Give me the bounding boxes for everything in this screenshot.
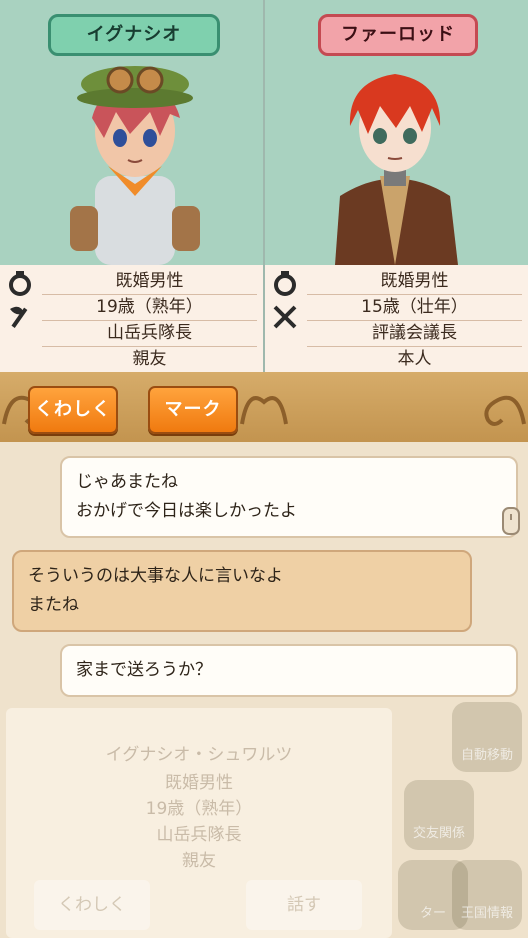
right-character-portrait [335,74,458,265]
bg-row-1: 既婚男性 [165,773,233,793]
bg-details-button: くわしく [34,880,150,930]
ornament-center-icon [240,396,288,425]
left-character-name: イグナシオ [48,14,220,56]
chat-bubble-left-1: そういうのは大事な人に言いなよ またね [12,550,472,632]
bg-row-4: 親友 [182,851,216,871]
ring-icon [274,271,296,296]
left-job: 山岳兵隊長 [42,321,257,347]
auto-move-menu: 自動移動 [452,702,522,772]
left-relation: 親友 [42,347,257,373]
ring-icon [9,271,31,296]
chat-line: 家まで送ろうか？ [76,660,212,680]
crossed-swords-icon [273,305,297,329]
chat-bubble-right-2: 家まで送ろうか？ [60,644,518,697]
bg-row-2: 19歳（熟年） [145,799,253,819]
chat-line: じゃあまたね [76,472,178,492]
chat-line: おかげで今日は楽しかったよ [76,501,297,521]
scroll-indicator-icon [502,507,520,535]
left-age: 19歳（熟年） [42,295,257,321]
right-job: 評議会議長 [307,321,522,347]
axe-icon [10,306,28,328]
left-marital-status: 既婚男性 [42,269,257,295]
details-button[interactable]: くわしく [28,386,118,434]
chat-line: そういうのは大事な人に言いなよ [28,566,283,586]
right-age: 15歳（壮年） [307,295,522,321]
right-info-panel: 既婚男性 15歳（壮年） 評議会議長 本人 [265,265,528,373]
chat-line: またね [28,595,79,615]
left-character-portrait [70,66,200,265]
right-character-name: ファーロッド [318,14,478,56]
ornament-right-icon [484,395,526,426]
bg-talk-button: 話す [246,880,362,930]
right-relation: 本人 [307,347,522,373]
bg-character-name: イグナシオ・シュワルツ [105,745,293,765]
mark-button[interactable]: マーク [148,386,238,434]
column-divider [263,0,265,372]
friendship-menu: 交友関係 [404,780,474,850]
right-marital-status: 既婚男性 [307,269,522,295]
left-info-panel: 既婚男性 19歳（熟年） 山岳兵隊長 親友 [0,265,263,373]
bg-row-3: 山岳兵隊長 [156,825,242,845]
chat-bubble-right-1: じゃあまたね おかげで今日は楽しかったよ [60,456,518,538]
kingdom-info-menu: 王国情報 [452,860,522,930]
